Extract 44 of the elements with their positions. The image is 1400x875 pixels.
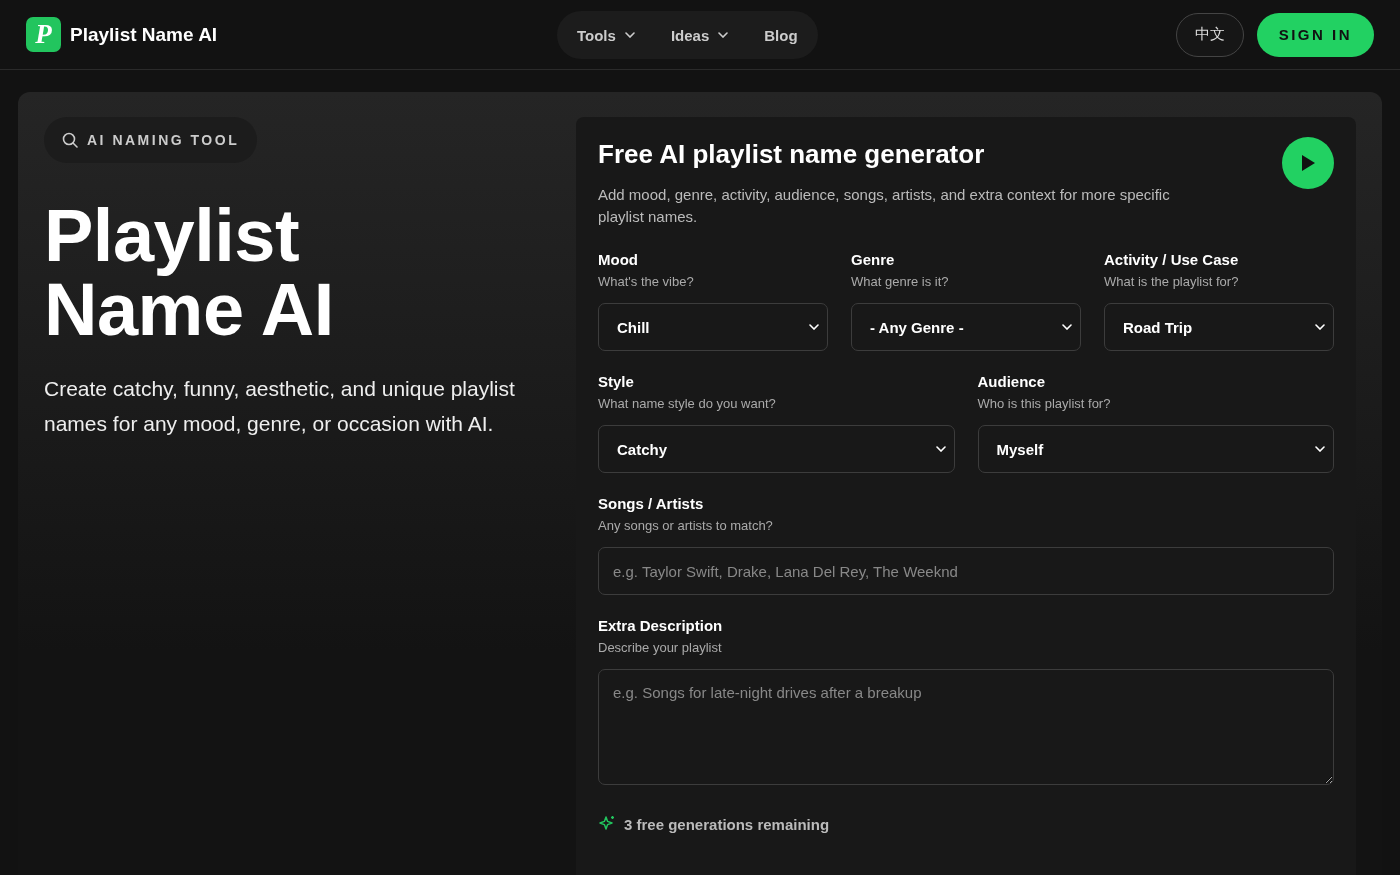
field-hint: What is the playlist for? bbox=[1104, 274, 1240, 289]
dropdown-field[interactable]: Chill bbox=[598, 303, 828, 351]
text-area[interactable]: e.g. Songs for late-night drives after a breakup bbox=[598, 669, 1334, 785]
nav-link[interactable]: Tools bbox=[577, 26, 635, 44]
language-button[interactable]: 中文 bbox=[1175, 12, 1244, 57]
play-button[interactable] bbox=[1282, 137, 1334, 189]
field-hint: Any songs or artists to match? bbox=[598, 518, 774, 533]
card-description: Add mood, genre, activity, audience, songs, artists, and extra context for more specific playlist names. bbox=[598, 185, 1171, 227]
generations-remaining: 3 free generations remaining bbox=[624, 815, 830, 833]
dropdown-field[interactable]: Myself bbox=[977, 425, 1334, 473]
field-label: Style bbox=[598, 373, 635, 390]
field-hint: Describe your playlist bbox=[598, 640, 723, 655]
chevron-down-icon bbox=[1315, 324, 1325, 330]
chevron-down-icon bbox=[935, 446, 946, 452]
search-icon bbox=[62, 132, 78, 148]
field-hint: What name style do you want? bbox=[598, 396, 777, 411]
chevron-down-icon bbox=[624, 32, 635, 38]
field-label: Activity / Use Case bbox=[1104, 251, 1240, 268]
sign-in-button[interactable]: SIGN IN bbox=[1256, 12, 1374, 57]
field-hint: What's the vibe? bbox=[598, 274, 695, 289]
nav-link[interactable]: Ideas bbox=[670, 26, 729, 44]
logo-icon: P bbox=[26, 17, 61, 52]
dropdown-field[interactable]: Road Trip bbox=[1104, 303, 1334, 351]
field-label: Mood bbox=[598, 251, 639, 268]
chevron-down-icon bbox=[809, 324, 819, 330]
chevron-down-icon bbox=[1062, 324, 1072, 330]
field-label: Extra Description bbox=[598, 617, 724, 634]
field-hint: What genre is it? bbox=[851, 274, 950, 289]
field-label: Genre bbox=[851, 251, 896, 268]
brand-name[interactable]: Playlist Name AI bbox=[70, 23, 218, 46]
dropdown-field[interactable]: Catchy bbox=[598, 425, 955, 473]
chevron-down-icon bbox=[1315, 446, 1325, 452]
dropdown-field[interactable]: - Any Genre - bbox=[851, 303, 1081, 351]
input-field[interactable]: e.g. Taylor Swift, Drake, Lana Del Rey, The Weeknd bbox=[598, 547, 1334, 595]
tool-badge: AI NAMING TOOL bbox=[44, 117, 258, 163]
hero-subtitle: Create catchy, funny, aesthetic, and unique playlist names for any mood, genre, or occasion with AI. bbox=[44, 376, 516, 437]
card-title: Free AI playlist name generator bbox=[598, 139, 986, 170]
field-label: Songs / Artists bbox=[598, 495, 705, 512]
sparkle-icon bbox=[598, 815, 616, 833]
nav-link[interactable]: Blog bbox=[764, 26, 798, 44]
field-label: Audience bbox=[977, 373, 1046, 390]
play-icon bbox=[1299, 153, 1317, 173]
chevron-down-icon bbox=[718, 32, 729, 38]
field-hint: Who is this playlist for? bbox=[977, 396, 1112, 411]
